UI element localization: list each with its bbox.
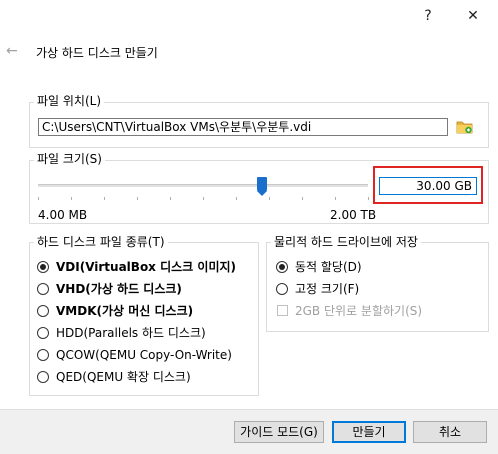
disk-type-radio[interactable]	[37, 349, 49, 361]
disk-type-radio[interactable]	[37, 327, 49, 339]
disk-type-option-label[interactable]: HDD(Parallels 하드 디스크)	[56, 326, 206, 340]
disk-type-radio[interactable]	[37, 261, 49, 273]
size-min-label: 4.00 MB	[38, 208, 88, 222]
size-slider-track[interactable]	[38, 184, 368, 187]
slider-tick	[71, 197, 72, 200]
disk-type-radio[interactable]	[37, 305, 49, 317]
slider-tick	[269, 197, 270, 200]
disk-type-label: 하드 디스크 파일 종류(T)	[34, 235, 168, 249]
slider-tick	[368, 197, 369, 200]
file-size-label: 파일 크기(S)	[34, 152, 105, 166]
slider-tick	[236, 197, 237, 200]
cancel-button[interactable]: 취소	[413, 421, 487, 443]
folder-icon[interactable]	[456, 118, 474, 136]
slider-tick	[170, 197, 171, 200]
storage-option-label[interactable]: 동적 할당(D)	[295, 260, 362, 274]
help-button[interactable]: ?	[418, 6, 438, 26]
storage-radio[interactable]	[276, 283, 288, 295]
back-arrow-icon[interactable]: ←	[6, 44, 24, 58]
disk-type-option-label[interactable]: QED(QEMU 확장 디스크)	[56, 370, 191, 384]
storage-option-label[interactable]: 고정 크기(F)	[295, 282, 359, 296]
page-title: 가상 하드 디스크 만들기	[36, 46, 158, 60]
disk-type-option-label[interactable]: VDI(VirtualBox 디스크 이미지)	[56, 260, 236, 274]
file-location-label: 파일 위치(L)	[34, 94, 105, 108]
guided-mode-button[interactable]: 가이드 모드(G)	[234, 421, 324, 443]
slider-tick	[38, 197, 39, 200]
file-path-input[interactable]: C:\Users\CNT\VirtualBox VMs\우분투\우분투.vdi	[38, 118, 448, 136]
slider-tick	[137, 197, 138, 200]
storage-radio[interactable]	[276, 261, 288, 273]
slider-tick	[302, 197, 303, 200]
slider-tick	[335, 197, 336, 200]
split-label: 2GB 단위로 분할하기(S)	[295, 304, 423, 318]
disk-type-radio[interactable]	[37, 371, 49, 383]
disk-type-option-label[interactable]: QCOW(QEMU Copy-On-Write)	[56, 348, 232, 362]
size-max-label: 2.00 TB	[330, 208, 377, 222]
create-button[interactable]: 만들기	[332, 421, 406, 443]
size-input[interactable]: 30.00 GB	[379, 177, 477, 195]
disk-type-radio[interactable]	[37, 283, 49, 295]
storage-label: 물리적 하드 드라이브에 저장	[271, 235, 421, 249]
disk-type-option-label[interactable]: VMDK(가상 머신 디스크)	[56, 304, 193, 318]
close-button[interactable]: ✕	[463, 6, 483, 26]
disk-type-option-label[interactable]: VHD(가상 하드 디스크)	[56, 282, 182, 296]
split-checkbox[interactable]	[277, 305, 288, 316]
slider-tick	[104, 197, 105, 200]
slider-tick	[203, 197, 204, 200]
size-slider-thumb[interactable]	[257, 177, 268, 196]
